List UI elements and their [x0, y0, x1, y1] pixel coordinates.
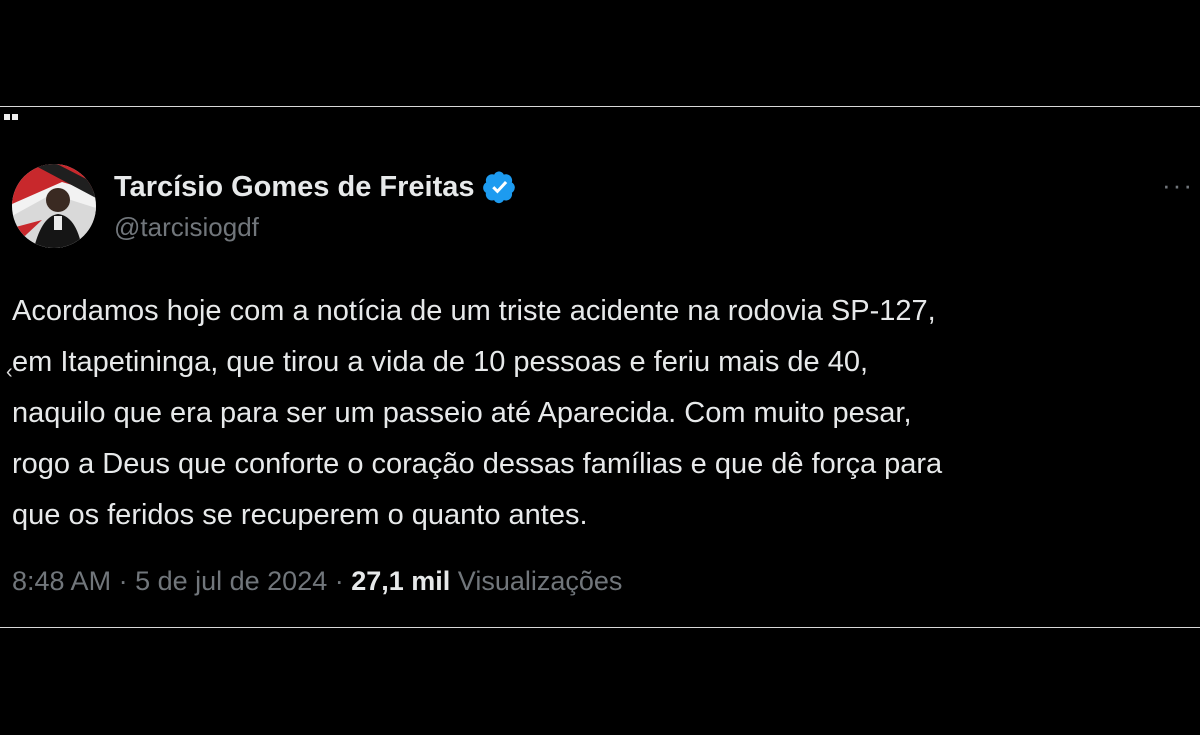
tweet-time[interactable]: 8:48 AM [12, 566, 111, 596]
author-name-row: Tarcísio Gomes de Freitas [114, 170, 517, 204]
avatar-image [12, 164, 96, 248]
author-name[interactable]: Tarcísio Gomes de Freitas [114, 171, 475, 204]
tweet-text: Acordamos hoje com a notícia de um trist… [12, 295, 943, 531]
tweet-card: Tarcísio Gomes de Freitas @tarcisiogdf ·… [0, 106, 1200, 628]
views-count[interactable]: 27,1 mil [351, 566, 450, 596]
tweet-date[interactable]: 5 de jul de 2024 [135, 566, 327, 596]
verified-badge-icon [482, 171, 515, 204]
meta-separator: · [327, 566, 352, 596]
avatar[interactable] [12, 164, 96, 248]
views-label: Visualizações [450, 566, 623, 596]
author-handle[interactable]: @tarcisiogdf [114, 212, 259, 243]
more-options-icon[interactable]: ··· [1162, 172, 1194, 198]
tweet-meta: 8:48 AM · 5 de jul de 2024 · 27,1 mil Vi… [12, 566, 622, 597]
meta-separator: · [111, 566, 136, 596]
